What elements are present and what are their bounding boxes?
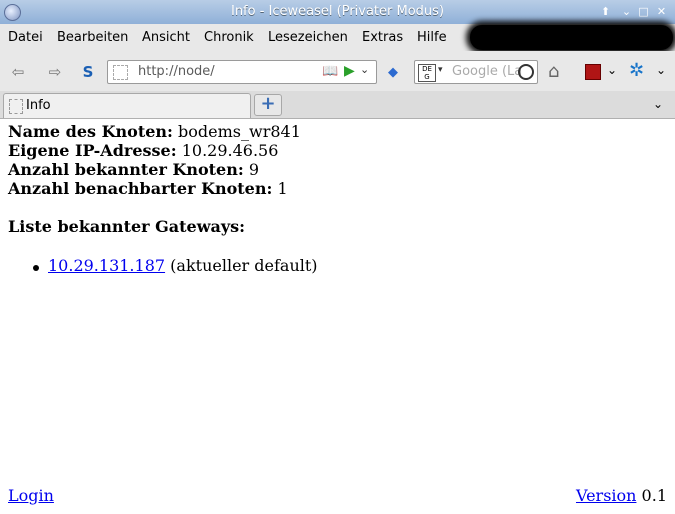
tab-label: Info: [26, 98, 51, 113]
window-title: Info - Iceweasel (Privater Modus): [230, 4, 445, 19]
keep-above-icon[interactable]: ⬆: [599, 5, 612, 18]
version-number: 0.1: [641, 486, 667, 505]
menu-extras[interactable]: Extras: [362, 30, 403, 45]
addon-red-icon[interactable]: [585, 64, 601, 80]
addon-bird-icon[interactable]: ◆: [388, 65, 398, 80]
url-dropdown-icon[interactable]: ⌄: [360, 63, 369, 76]
url-bar[interactable]: http://node/ 📖 ▶ ⌄: [107, 60, 377, 84]
menu-bearbeiten[interactable]: Bearbeiten: [57, 30, 128, 45]
page-content: Name des Knoten: bodems_wr841 Eigene IP-…: [0, 119, 675, 514]
tab-favicon-icon: [9, 99, 23, 114]
field-value: 9: [248, 160, 260, 179]
forward-icon[interactable]: ⇨: [44, 61, 66, 83]
addon-dropdown-icon[interactable]: ⌄: [607, 63, 617, 77]
gateway-note: (aktueller default): [170, 256, 318, 275]
new-tab-plus-icon[interactable]: +: [254, 94, 282, 116]
menu-datei[interactable]: Datei: [8, 30, 43, 45]
gateways-heading: Liste bekannter Gateways:: [8, 217, 245, 236]
gateway-link[interactable]: 10.29.131.187: [48, 256, 165, 275]
field-value: 10.29.46.56: [181, 141, 279, 160]
menu-hilfe[interactable]: Hilfe: [417, 30, 447, 45]
addon-network-icon[interactable]: ✲: [629, 60, 644, 81]
menu-chronik[interactable]: Chronik: [204, 30, 254, 45]
field-value: 1: [277, 179, 288, 198]
search-engine-icon[interactable]: DE G: [418, 64, 436, 82]
go-arrow-icon[interactable]: ▶: [344, 63, 355, 79]
field-label: Eigene IP-Adresse:: [8, 141, 177, 160]
field-known-nodes: Anzahl bekannter Knoten: 9: [8, 160, 259, 179]
maximize-icon[interactable]: □: [637, 5, 650, 18]
gateway-list-item: 10.29.131.187 (aktueller default): [48, 256, 318, 275]
navigation-toolbar: ⇦ ⇨ S http://node/ 📖 ▶ ⌄ ◆ DE G ▾ Google …: [0, 51, 675, 92]
field-node-name: Name des Knoten: bodems_wr841: [8, 122, 301, 141]
back-icon[interactable]: ⇦: [7, 61, 29, 83]
version-link[interactable]: Version: [576, 486, 636, 505]
minimize-icon[interactable]: ⌄: [620, 5, 633, 18]
search-placeholder[interactable]: Google (La: [452, 64, 522, 79]
login-link[interactable]: Login: [8, 486, 54, 505]
footer-left: Login: [8, 486, 54, 505]
title-bar: Info - Iceweasel (Privater Modus) ⬆ ⌄ □ …: [0, 0, 675, 25]
menu-lesezeichen[interactable]: Lesezeichen: [268, 30, 348, 45]
list-bullet: [33, 265, 39, 271]
footer-right: Version 0.1: [576, 486, 667, 505]
field-neighbor-nodes: Anzahl benachbarter Knoten: 1: [8, 179, 288, 198]
menu-ansicht[interactable]: Ansicht: [142, 30, 190, 45]
search-icon[interactable]: [518, 64, 534, 80]
field-label: Anzahl bekannter Knoten:: [8, 160, 244, 179]
tab-info[interactable]: Info: [3, 93, 251, 118]
field-label: Anzahl benachbarter Knoten:: [8, 179, 273, 198]
reader-book-icon[interactable]: 📖: [322, 64, 338, 79]
redacted-area: [470, 25, 673, 50]
field-label: Name des Knoten:: [8, 122, 173, 141]
tab-bar: Info + ⌄: [0, 91, 675, 119]
search-bar[interactable]: DE G ▾ Google (La: [414, 60, 538, 84]
gateways-heading-text: Liste bekannter Gateways:: [8, 217, 246, 236]
s-addon-icon[interactable]: S: [77, 61, 99, 83]
field-value: bodems_wr841: [178, 122, 301, 141]
tab-list-chevron-icon[interactable]: ⌄: [653, 97, 663, 111]
page-favicon-icon: [113, 65, 128, 80]
field-ip-address: Eigene IP-Adresse: 10.29.46.56: [8, 141, 278, 160]
home-icon[interactable]: ⌂: [548, 61, 559, 82]
search-engine-dropdown-icon[interactable]: ▾: [438, 65, 443, 75]
addon-network-dropdown-icon[interactable]: ⌄: [656, 63, 666, 77]
url-text[interactable]: http://node/: [138, 64, 215, 79]
close-icon[interactable]: ✕: [655, 5, 668, 18]
